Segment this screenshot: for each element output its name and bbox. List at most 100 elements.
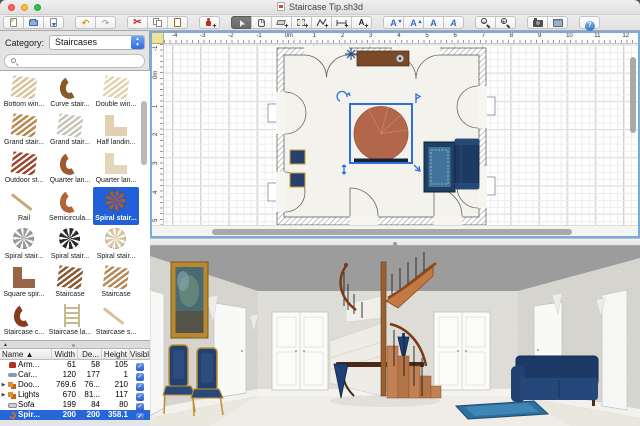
catalog-item[interactable]: Staircase — [93, 263, 139, 301]
furniture-row[interactable]: ▶Lights67081...117✓ — [0, 390, 150, 400]
sofa-icon — [7, 400, 18, 410]
catalog-item[interactable]: Staircase la... — [47, 301, 93, 339]
toolbar-group: ▼ — [3, 16, 64, 29]
furniture-height: 1 — [102, 370, 130, 380]
catalog-item[interactable]: Staircase — [47, 263, 93, 301]
painting[interactable] — [171, 262, 208, 338]
paste-button[interactable] — [167, 16, 188, 29]
zoom-in-button[interactable]: + — [495, 16, 516, 29]
catalog-item[interactable]: Quarter lan... — [47, 149, 93, 187]
catalog-item[interactable]: Staircase s... — [93, 301, 139, 339]
paste-icon — [172, 17, 184, 29]
catalog-item[interactable]: Spiral stair... — [1, 225, 47, 263]
catalog-item[interactable]: Double win... — [93, 73, 139, 111]
plan-hscrollbar[interactable] — [152, 225, 638, 236]
spiral-staircase-plan-selected[interactable] — [337, 91, 420, 174]
expand-arrow-icon[interactable]: ▶ — [0, 390, 7, 400]
catalog-item[interactable]: Quarter lan... — [93, 149, 139, 187]
window-title: Staircase Tip.sh3d — [289, 2, 363, 12]
catalog-item[interactable]: Half landin... — [93, 111, 139, 149]
catalog-list: Bottom win...Curve stair...Double win...… — [0, 70, 150, 341]
catalog-item[interactable]: Spiral stair... — [93, 225, 139, 263]
cut-button[interactable]: ✂ — [127, 16, 148, 29]
open-button[interactable] — [23, 16, 44, 29]
visible-cell: ✓ — [130, 410, 150, 421]
catalog-item[interactable]: Curve stair... — [47, 73, 93, 111]
furniture-row[interactable]: Spir...200200358.1✓ — [0, 410, 150, 420]
copy-button[interactable] — [147, 16, 168, 29]
catalog-item-thumbnail — [101, 113, 131, 138]
plan-vscrollbar-thumb[interactable] — [630, 57, 636, 133]
catalog-item[interactable]: Semicircula... — [47, 187, 93, 225]
add-texts-button[interactable]: A+ — [351, 16, 372, 29]
catalog-item[interactable]: Spiral stair... — [93, 187, 139, 225]
group-icon — [7, 390, 18, 400]
open-folder-icon — [28, 17, 40, 29]
plan-hscrollbar-thumb[interactable] — [212, 229, 572, 235]
undo-button[interactable]: ↶ — [75, 16, 96, 29]
rug-plan[interactable] — [424, 142, 455, 192]
create-video-button[interactable] — [547, 16, 568, 29]
plan-3d-splitter[interactable] — [150, 238, 640, 246]
splitter-handle-icon — [393, 242, 397, 246]
select-button[interactable]: ➤ — [231, 16, 252, 29]
catalog-item-label: Spiral stair... — [1, 252, 47, 261]
h-ruler-label: 4 — [397, 33, 400, 39]
catalog-item[interactable]: Outdoor st... — [1, 149, 47, 187]
catalog-item[interactable]: Square spir... — [1, 263, 47, 301]
column-header-de[interactable]: De... — [78, 349, 102, 360]
furniture-depth: 58 — [78, 360, 102, 370]
search-input[interactable] — [19, 56, 139, 66]
new-button[interactable] — [3, 16, 24, 29]
category-select[interactable]: Staircases ▲▼ — [49, 35, 145, 50]
create-video-icon — [552, 17, 564, 29]
furniture-row[interactable]: Car...1201771✓ — [0, 370, 150, 380]
column-header-height[interactable]: Height — [102, 349, 130, 360]
catalog-item[interactable]: Grand stair... — [1, 111, 47, 149]
column-header-width[interactable]: Width — [52, 349, 78, 360]
catalog-scrollbar-thumb[interactable] — [141, 101, 147, 165]
zoom-out-button[interactable]: − — [475, 16, 496, 29]
bold-button[interactable]: A — [423, 16, 444, 29]
select-stepper-icon: ▲▼ — [131, 36, 144, 49]
toolbar-group: A▾A▴AA — [383, 16, 464, 29]
sofa-plan[interactable] — [455, 139, 479, 189]
furniture-row[interactable]: Sofa1998480✓ — [0, 400, 150, 410]
save-icon: ▼ — [48, 17, 60, 29]
italic-button[interactable]: A — [443, 16, 464, 29]
pan-button[interactable] — [251, 16, 272, 29]
h-ruler-label: 7 — [482, 33, 485, 39]
toolbar-group: ? — [579, 16, 600, 29]
plan-view[interactable]: -4-3-2-10m123456789101112 -10m12345 — [150, 31, 640, 238]
save-button[interactable]: ▼ — [43, 16, 64, 29]
furniture-row[interactable]: ▶Doo...769.676...210✓ — [0, 380, 150, 390]
catalog-item[interactable]: Spiral stair... — [47, 225, 93, 263]
help-button[interactable]: ? — [579, 16, 600, 29]
redo-button[interactable]: ↷ — [95, 16, 116, 29]
add-furniture-button[interactable]: + — [199, 16, 220, 29]
column-header-name[interactable]: Name ▲ — [0, 349, 52, 360]
plan-canvas[interactable] — [164, 44, 638, 225]
create-rooms-button[interactable]: + — [291, 16, 312, 29]
create-rooms-icon: + — [296, 17, 308, 29]
expand-arrow-icon[interactable]: ▶ — [0, 380, 7, 390]
view-3d[interactable] — [150, 246, 640, 426]
catalog-item[interactable]: Bottom win... — [1, 73, 47, 111]
catalog-item[interactable]: Grand stair... — [47, 111, 93, 149]
h-ruler-label: 8 — [510, 33, 513, 39]
column-header-visible[interactable]: Visible — [130, 349, 150, 360]
create-walls-button[interactable]: + — [271, 16, 292, 29]
decrease-text-size-button[interactable]: A▾ — [383, 16, 404, 29]
new-document-icon — [8, 17, 20, 29]
furniture-row[interactable]: Arm...6158105✓ — [0, 360, 150, 370]
catalog-item[interactable]: Staircase c... — [1, 301, 47, 339]
catalog-search[interactable] — [4, 54, 145, 68]
create-photo-button[interactable] — [527, 16, 548, 29]
h-ruler-label: -2 — [228, 33, 233, 39]
furniture-width: 769.6 — [52, 380, 78, 390]
furniture-depth: 84 — [78, 400, 102, 410]
catalog-item[interactable]: Rail — [1, 187, 47, 225]
increase-text-size-button[interactable]: A▴ — [403, 16, 424, 29]
create-polylines-button[interactable]: + — [311, 16, 332, 29]
create-dimensions-button[interactable]: + — [331, 16, 352, 29]
